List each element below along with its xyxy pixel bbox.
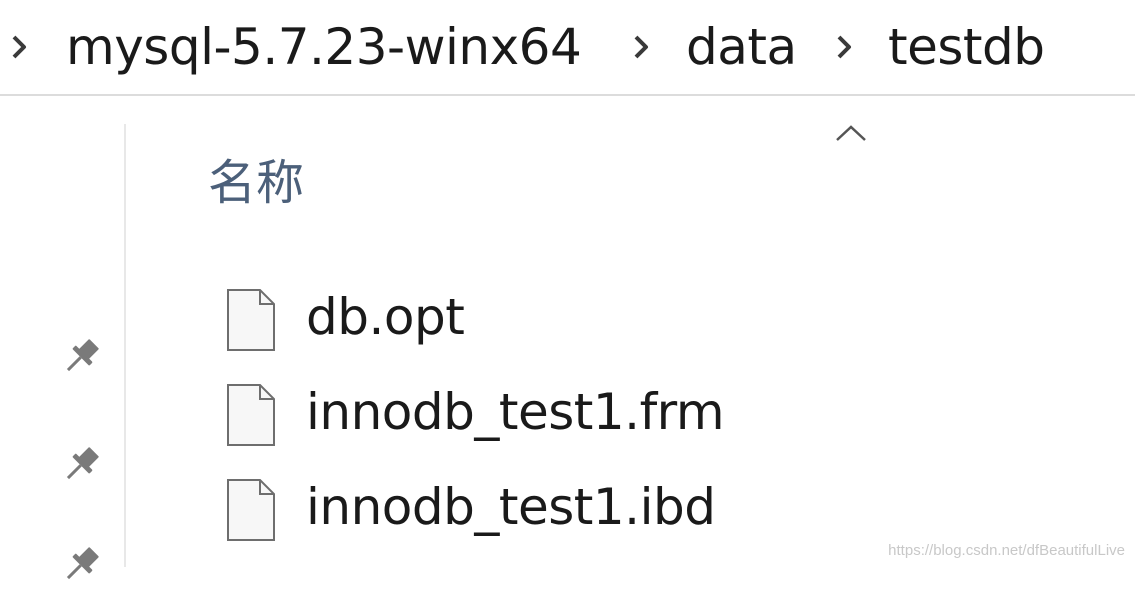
file-name: db.opt (306, 288, 465, 346)
watermark-text: https://blog.csdn.net/dfBeautifulLive (888, 542, 1125, 559)
sort-ascending-icon[interactable] (834, 122, 868, 144)
list-item[interactable]: db.opt (222, 280, 922, 354)
file-icon (226, 478, 276, 542)
file-name: innodb_test1.frm (306, 383, 725, 441)
list-item[interactable]: innodb_test1.ibd (222, 470, 922, 544)
list-item[interactable]: innodb_test1.frm (222, 375, 922, 449)
breadcrumb-item-testdb[interactable]: testdb (888, 14, 1045, 80)
pin-icon (54, 540, 106, 592)
file-icon (226, 288, 276, 352)
breadcrumb-item-data[interactable]: data (686, 14, 797, 80)
chevron-right-icon[interactable] (833, 29, 855, 65)
pin-icon (54, 332, 106, 384)
file-icon (226, 383, 276, 447)
chevron-right-icon[interactable] (630, 29, 652, 65)
file-name: innodb_test1.ibd (306, 478, 716, 536)
nav-pane-divider[interactable] (124, 124, 126, 567)
column-header-name[interactable]: 名称 (208, 150, 304, 216)
address-breadcrumb: mysql-5.7.23-winx64 data testdb (0, 0, 1135, 96)
pin-icon (54, 440, 106, 492)
breadcrumb-item-mysql[interactable]: mysql-5.7.23-winx64 (66, 14, 582, 80)
chevron-right-icon[interactable] (8, 29, 30, 65)
